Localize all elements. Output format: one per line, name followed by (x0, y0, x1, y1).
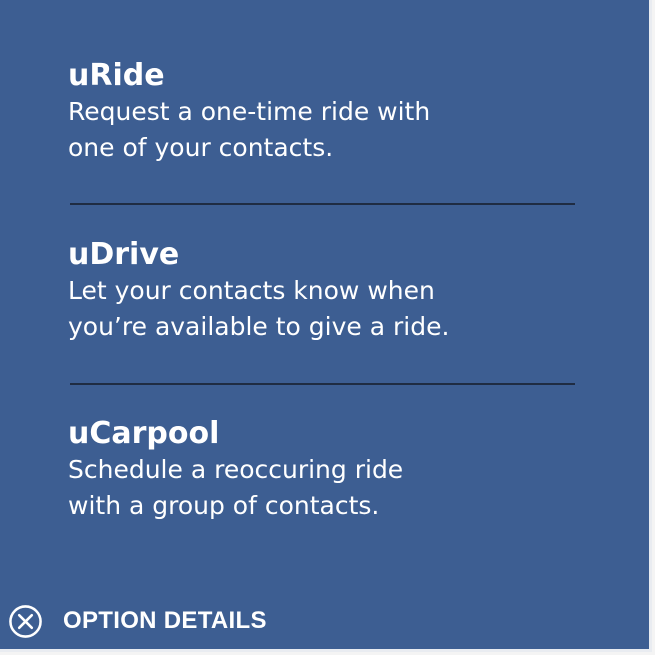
option-description-line: with a group of contacts. (68, 491, 380, 520)
option-description-line: one of your contacts. (68, 133, 334, 162)
divider (70, 383, 575, 385)
option-details-label: OPTION DETAILS (63, 607, 267, 634)
option-description-line: Let your contacts know when (68, 276, 435, 305)
option-description-line: you’re available to give a ride. (68, 312, 450, 341)
option-ucarpool[interactable]: uCarpool Schedule a reoccuring ride with… (68, 416, 588, 524)
divider (70, 203, 575, 205)
option-title: uDrive (68, 237, 180, 272)
option-title: uCarpool (68, 416, 220, 451)
option-udrive[interactable]: uDrive Let your contacts know when you’r… (68, 237, 588, 345)
option-description-line: Request a one-time ride with (68, 97, 431, 126)
option-description-line: Schedule a reoccuring ride (68, 455, 404, 484)
options-card: uRide Request a one-time ride with one o… (0, 0, 652, 652)
option-uride[interactable]: uRide Request a one-time ride with one o… (68, 58, 588, 166)
option-details-button[interactable]: OPTION DETAILS (8, 601, 267, 641)
close-circle-icon[interactable] (8, 604, 43, 639)
option-title: uRide (68, 58, 165, 93)
